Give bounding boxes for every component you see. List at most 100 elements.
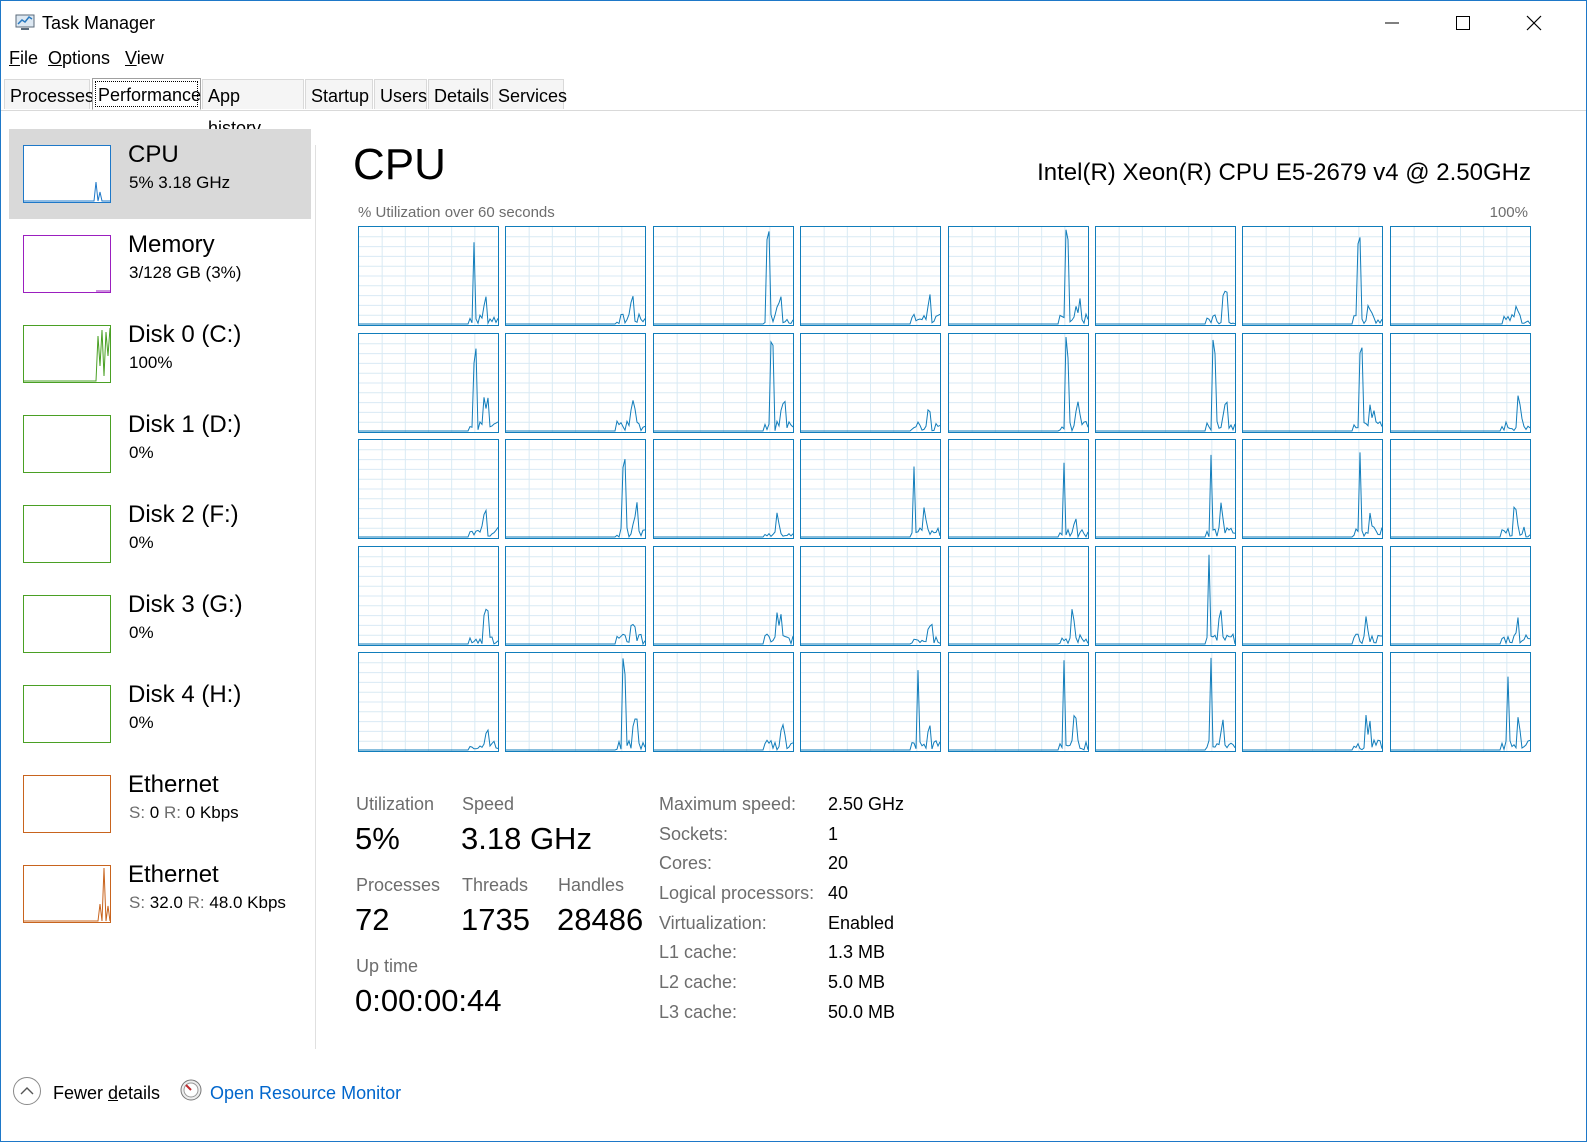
cpu-thumbnail-graph bbox=[23, 145, 111, 203]
logical-processor-trace-28 bbox=[948, 546, 1088, 645]
logical-processor-graph-18 bbox=[652, 439, 794, 539]
spec-sockets-label: Sockets: bbox=[659, 824, 729, 844]
logical-processor-trace-1 bbox=[506, 227, 646, 325]
footer: Fewer details Open Resource Monitor bbox=[1, 1067, 1586, 1117]
send-value: 32.0 bbox=[149, 893, 183, 912]
uptime-value: 0:00:00:44 bbox=[355, 983, 502, 1018]
logical-processor-trace-20 bbox=[948, 440, 1088, 538]
spec-virtualization-label: Virtualization: bbox=[659, 913, 767, 933]
logical-processor-trace-17 bbox=[506, 440, 646, 538]
logical-processor-graph-31 bbox=[1389, 545, 1531, 646]
fewer-details-button[interactable]: Fewer details bbox=[53, 1083, 160, 1104]
graph-caption: % Utilization over 60 seconds bbox=[358, 204, 555, 221]
logical-processor-graph-grid[interactable] bbox=[358, 226, 1531, 752]
logical-processor-graph-4 bbox=[947, 226, 1089, 326]
logical-processor-trace-30 bbox=[1243, 546, 1383, 645]
logical-processor-graph-27 bbox=[800, 545, 942, 646]
logical-processor-graph-35 bbox=[800, 652, 942, 752]
sidebar-item-disk-2[interactable]: Disk 2 (F:) 0% bbox=[9, 489, 311, 579]
chevron-up-glyph bbox=[20, 1087, 34, 1095]
logical-processor-graph-37 bbox=[1095, 652, 1236, 752]
receive-label: R: bbox=[187, 893, 205, 912]
logical-processor-trace-31 bbox=[1390, 546, 1530, 645]
tab-processes[interactable]: Processes bbox=[4, 79, 94, 109]
sidebar-item-ethernet-2[interactable]: Ethernet S: 32.0 R: 48.0 Kbps bbox=[9, 849, 311, 939]
sidebar-item-disk-0[interactable]: Disk 0 (C:) 100% bbox=[9, 309, 311, 399]
receive-value: 48.0 Kbps bbox=[209, 893, 286, 912]
send-label: S: bbox=[129, 893, 146, 912]
sidebar-item-cpu[interactable]: CPU 5% 3.18 GHz bbox=[9, 129, 311, 219]
logical-processor-trace-12 bbox=[948, 333, 1088, 432]
handles-value: 28486 bbox=[557, 902, 644, 937]
logical-processor-trace-15 bbox=[1390, 333, 1530, 432]
logical-processor-trace-13 bbox=[1096, 333, 1235, 432]
tab-services[interactable]: Services bbox=[492, 79, 567, 109]
sidebar-item-label: CPU bbox=[128, 141, 179, 168]
sidebar-item-label: Disk 1 (D:) bbox=[128, 411, 242, 438]
tab-app-history[interactable]: App history bbox=[202, 79, 304, 138]
spec-virtualization-value: Enabled bbox=[828, 913, 895, 933]
chevron-up-icon[interactable] bbox=[13, 1077, 41, 1105]
logical-processor-graph-38 bbox=[1242, 652, 1384, 752]
graph-max-label: 100% bbox=[1489, 204, 1528, 221]
sidebar-item-disk-1[interactable]: Disk 1 (D:) 0% bbox=[9, 399, 311, 489]
logical-processor-trace-26 bbox=[653, 546, 793, 645]
sidebar-item-memory[interactable]: Memory 3/128 GB (3%) bbox=[9, 219, 311, 309]
sidebar-item-value: 5% 3.18 GHz bbox=[129, 173, 231, 192]
send-label: S: bbox=[129, 803, 146, 822]
sidebar-item-value: 0% bbox=[129, 443, 154, 462]
memory-thumbnail-line bbox=[96, 290, 110, 292]
sidebar-item-label: Ethernet bbox=[128, 771, 219, 798]
logical-processor-graph-1 bbox=[505, 226, 647, 326]
sidebar-divider bbox=[315, 145, 316, 1049]
menu-file-accel: F bbox=[9, 48, 20, 68]
tab-strip: Processes Performance App history Startu… bbox=[1, 78, 1586, 138]
title-bar[interactable]: Task Manager bbox=[1, 1, 1586, 45]
receive-label: R: bbox=[164, 803, 181, 822]
tab-users[interactable]: Users bbox=[374, 79, 427, 109]
logical-processor-trace-22 bbox=[1243, 440, 1383, 538]
sidebar-item-label: Disk 2 (F:) bbox=[128, 501, 239, 528]
spec-logical-processors-label: Logical processors: bbox=[659, 883, 815, 903]
sidebar-item-ethernet-1[interactable]: Ethernet S: 0 R: 0 Kbps bbox=[9, 759, 311, 849]
logical-processor-trace-11 bbox=[801, 333, 941, 432]
tab-details[interactable]: Details bbox=[428, 79, 491, 109]
tab-performance[interactable]: Performance bbox=[92, 78, 201, 110]
logical-processor-graph-34 bbox=[652, 652, 794, 752]
receive-value: 0 Kbps bbox=[185, 803, 239, 822]
open-resource-monitor-link[interactable]: Open Resource Monitor bbox=[210, 1083, 401, 1104]
spec-l2-cache-label: L2 cache: bbox=[659, 972, 738, 992]
logical-processor-graph-29 bbox=[1095, 545, 1236, 646]
logical-processor-trace-36 bbox=[948, 653, 1088, 751]
minimize-button[interactable] bbox=[1357, 1, 1427, 45]
logical-processor-trace-39 bbox=[1390, 653, 1530, 751]
logical-processor-graph-32 bbox=[358, 652, 499, 752]
speed-value: 3.18 GHz bbox=[461, 821, 592, 856]
window-title: Task Manager bbox=[42, 13, 156, 33]
logical-processor-graph-19 bbox=[800, 439, 942, 539]
disk-2-thumbnail-graph bbox=[23, 505, 111, 563]
sidebar-item-disk-4[interactable]: Disk 4 (H:) 0% bbox=[9, 669, 311, 759]
logical-processor-graph-14 bbox=[1242, 332, 1384, 433]
sidebar-item-value: 0% bbox=[129, 533, 154, 552]
maximize-button[interactable] bbox=[1428, 1, 1498, 45]
utilization-value: 5% bbox=[355, 821, 400, 856]
logical-processor-trace-3 bbox=[801, 227, 941, 325]
spec-l3-cache-label: L3 cache: bbox=[659, 1002, 738, 1022]
menu-view[interactable]: View bbox=[125, 48, 164, 69]
spec-l1-cache-label: L1 cache: bbox=[659, 942, 738, 962]
ethernet-2-thumbnail-line bbox=[24, 867, 110, 922]
tab-startup[interactable]: Startup bbox=[305, 79, 373, 109]
sidebar-item-label: Disk 3 (G:) bbox=[128, 591, 243, 618]
logical-processor-graph-26 bbox=[652, 545, 794, 646]
logical-processor-graph-11 bbox=[800, 332, 942, 433]
logical-processor-graph-20 bbox=[947, 439, 1089, 539]
menu-options-label: ptions bbox=[62, 48, 111, 68]
logical-processor-graph-16 bbox=[358, 439, 499, 539]
close-button[interactable] bbox=[1499, 1, 1569, 45]
sidebar-item-disk-3[interactable]: Disk 3 (G:) 0% bbox=[9, 579, 311, 669]
logical-processor-trace-9 bbox=[506, 333, 646, 432]
menu-options[interactable]: Options bbox=[48, 48, 110, 69]
logical-processor-graph-33 bbox=[505, 652, 647, 752]
menu-file[interactable]: File bbox=[9, 48, 38, 69]
